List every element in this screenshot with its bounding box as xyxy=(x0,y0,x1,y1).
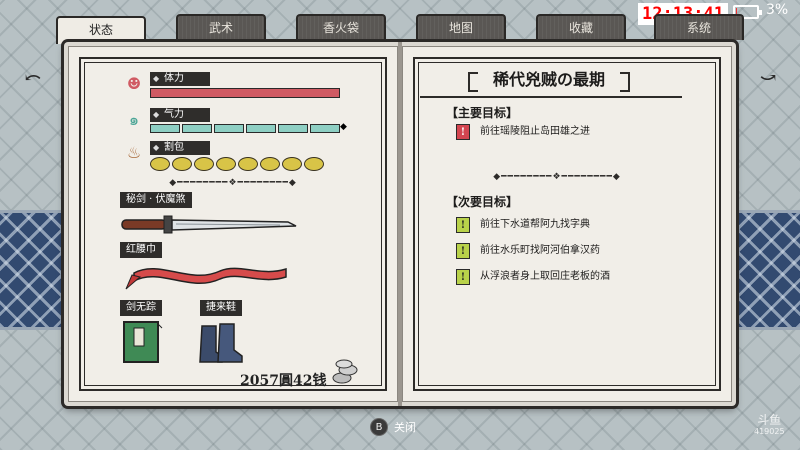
manual-book-icon[interactable] xyxy=(120,318,164,366)
shoes-label: 捷来鞋 xyxy=(200,300,242,316)
ki-segment xyxy=(214,124,244,133)
ornament-divider: ◆━━━━━━━━❖━━━━━━━━◆ xyxy=(493,172,621,182)
ki-segment xyxy=(150,124,180,133)
prev-page-arrow-icon[interactable]: ⤺ xyxy=(20,66,46,88)
close-label: 关闭 xyxy=(394,421,416,434)
food-row: ♨ 割包 xyxy=(122,141,402,171)
spirit-swirl-icon: ๑ xyxy=(128,110,140,129)
bun-icon xyxy=(216,157,236,171)
main-objective-item[interactable]: ! 前往瑶陵阻止岛田雄之进 xyxy=(456,123,590,141)
tab-collection[interactable]: 收藏 xyxy=(536,14,626,40)
side-objective-item[interactable]: ! 前往下水道帮阿九找字典 xyxy=(456,216,590,234)
bun-icon xyxy=(282,157,302,171)
exclamation-icon: ! xyxy=(456,217,470,233)
watermark-brand: 斗鱼 xyxy=(757,413,782,427)
bun-icon xyxy=(238,157,258,171)
tab-status[interactable]: 状态 xyxy=(56,16,146,44)
side-objective-text: 前往下水道帮阿九找字典 xyxy=(480,219,590,230)
ki-row: ๑ 气力 ◆ xyxy=(122,108,402,134)
side-objective-text: 从浮浪者身上取回庄老板的酒 xyxy=(480,271,610,282)
title-rule xyxy=(420,96,682,98)
exclamation-icon: ! xyxy=(456,243,470,259)
bun-icon xyxy=(172,157,192,171)
ornament-divider: ◆━━━━━━━━❖━━━━━━━━◆ xyxy=(169,178,297,188)
bun-icon xyxy=(260,157,280,171)
tab-martial-arts[interactable]: 武术 xyxy=(176,14,266,40)
book-item-label: 剑无踪 xyxy=(120,300,162,316)
ki-bar xyxy=(150,124,340,133)
bun-icon xyxy=(304,157,324,171)
exclamation-icon: ! xyxy=(456,269,470,285)
ki-segment xyxy=(310,124,340,133)
side-objectives-header: 【次要目标】 xyxy=(446,195,519,209)
exclamation-icon: ! xyxy=(456,124,470,140)
ki-segment xyxy=(182,124,212,133)
hp-fill xyxy=(151,89,339,97)
boots-icon[interactable] xyxy=(196,318,244,366)
food-label: 割包 xyxy=(150,141,210,155)
side-objective-text: 前往水乐町找阿河伯拿汉药 xyxy=(480,245,600,256)
quest-title: 稀代兇贼の最期 xyxy=(468,66,630,94)
ki-bar-end-icon: ◆ xyxy=(340,122,347,132)
hp-bar xyxy=(150,88,340,98)
bun-icon xyxy=(150,157,170,171)
food-items xyxy=(150,157,324,171)
red-sash-icon[interactable] xyxy=(120,255,290,291)
coin-stack-icon xyxy=(332,359,358,384)
tab-bar: 状态 武术 香火袋 地图 收藏 系统 xyxy=(56,14,746,44)
body-icon: ☻ xyxy=(126,74,142,93)
ki-segment xyxy=(246,124,276,133)
money-display: 2057圓42钱 xyxy=(240,373,327,389)
main-objectives-header: 【主要目标】 xyxy=(446,106,519,120)
battery-percent: 3% xyxy=(766,2,789,18)
side-objective-item[interactable]: ! 前往水乐町找阿河伯拿汉药 xyxy=(456,242,600,260)
food-bowl-icon: ♨ xyxy=(126,143,142,162)
weapon-label: 秘剑 · 伏魔煞 xyxy=(120,192,192,208)
stream-watermark: 斗鱼 419025 xyxy=(754,414,785,438)
ki-label: 气力 xyxy=(150,108,210,122)
watermark-id: 419025 xyxy=(754,427,785,436)
tab-incense-bag[interactable]: 香火袋 xyxy=(296,14,386,40)
close-button[interactable]: B 关闭 xyxy=(370,417,416,437)
next-page-arrow-icon[interactable]: ⤻ xyxy=(755,66,781,88)
hp-label: 体力 xyxy=(150,72,210,86)
tab-map[interactable]: 地图 xyxy=(416,14,506,40)
ki-segment xyxy=(278,124,308,133)
b-button-icon: B xyxy=(370,418,388,436)
side-objective-item[interactable]: ! 从浮浪者身上取回庄老板的酒 xyxy=(456,268,610,286)
hp-row: ☻ 体力 xyxy=(122,72,402,98)
tab-system[interactable]: 系统 xyxy=(654,14,744,40)
dagger-icon[interactable] xyxy=(120,210,298,238)
main-objective-text: 前往瑶陵阻止岛田雄之进 xyxy=(480,126,590,137)
bun-icon xyxy=(194,157,214,171)
